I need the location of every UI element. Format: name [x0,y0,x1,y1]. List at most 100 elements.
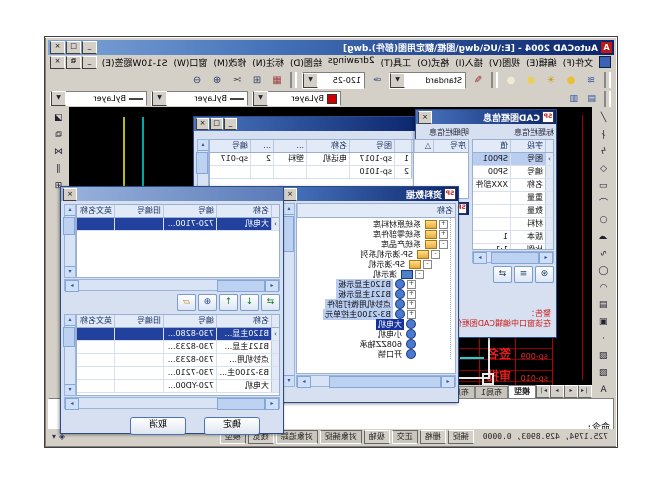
tree-item[interactable]: +B120主显示板 [297,279,448,289]
revision-cloud-icon[interactable]: ☁ [594,228,613,245]
lightbulb-off-icon[interactable]: ● [501,71,521,90]
toolbar-grip[interactable] [604,72,611,88]
table-cell[interactable]: B3-2100主... [216,367,271,379]
sort-icon[interactable]: △ [414,140,433,152]
tab-nav-icon[interactable]: ❘◂ [578,385,592,398]
tree-hscrollbar[interactable]: ◂▸ [296,375,456,387]
column-header[interactable]: 编号 [209,140,250,152]
table-cell[interactable] [306,166,349,178]
column-header[interactable]: 编号 [163,205,216,217]
tab-nav-icon[interactable]: ◂ [564,385,578,398]
collapse-icon[interactable]: - [439,240,448,249]
table-cell[interactable]: 2 [250,153,273,165]
maximize-button[interactable]: □ [66,41,81,54]
toolbar-grip[interactable] [604,91,611,107]
table-cell[interactable]: SP001 [472,153,510,165]
cut-icon[interactable]: ✂ [227,71,247,90]
hatch-icon[interactable]: ▨ [594,347,613,364]
table-cell[interactable]: 图号 [510,153,545,165]
table-cell[interactable]: 730-8280... [163,328,216,340]
line-icon[interactable]: ╱ [594,109,613,126]
expand-icon[interactable]: + [407,290,416,299]
layers-stack-icon[interactable]: ≋ [581,71,601,90]
tree-column-header[interactable]: 名称 [297,204,455,217]
table-cell[interactable]: 720-YD00... [163,380,216,392]
tab-nav-icon[interactable]: ▸❘ [536,385,550,398]
detail-col-header[interactable]: 序号 [433,140,468,152]
expand-icon[interactable]: + [407,310,416,319]
expand-icon[interactable]: + [439,220,448,229]
table-cell[interactable]: 730-7210... [163,367,216,379]
column-header[interactable]: 图号 [349,140,394,152]
column-header[interactable]: 名称 [216,315,271,327]
columns-icon[interactable]: ≡ [514,266,533,283]
table-cell[interactable] [209,166,250,178]
tree-item[interactable]: 小电机 [297,329,448,339]
blocks-icon[interactable]: ⊞ [247,71,267,90]
add-field-icon[interactable]: ⊛ [535,266,554,283]
table-row[interactable]: ›大电机720-7100... [77,218,279,231]
arc-icon[interactable]: ⌒ [594,194,613,211]
tree-item[interactable]: +B121主显示板 [297,289,448,299]
select-dialog-titlebar[interactable]: × [61,187,283,201]
table-row[interactable]: 点钞机用...730-8233... [77,354,279,367]
dim-style-icon[interactable]: ✑ [367,71,387,90]
table-cell[interactable] [114,380,163,392]
table-cell[interactable]: 点钞机用... [216,354,271,366]
chevron-down-icon[interactable]: ▼ [303,73,318,88]
chevron-down-icon[interactable]: ▼ [51,91,66,106]
table-cell[interactable] [114,367,163,379]
table-cell[interactable]: 720-7100... [163,218,216,230]
expand-icon[interactable]: + [407,300,416,309]
menu-item[interactable]: 窗口(W) [171,56,211,69]
table-cell[interactable]: SP00 [472,166,510,178]
close-button[interactable]: × [50,41,65,54]
column-header[interactable]: 名称 [216,205,271,217]
close-icon[interactable]: × [283,188,297,201]
table-cell[interactable] [76,341,114,353]
close-button[interactable]: × [196,118,209,130]
table-cell[interactable]: 大电机 [216,218,271,230]
table-cell[interactable]: sp-017 [209,153,250,165]
tree-item[interactable]: +B3-2100主控单元 [297,309,448,319]
zoom-out-icon[interactable]: ⊖ [187,71,207,90]
frame-grid-hscrollbar[interactable]: ◂▸ [472,251,554,263]
status-toggle-极轴[interactable]: 极轴 [364,430,390,444]
spline-icon[interactable]: ∿ [594,245,613,262]
insert-block-icon[interactable]: ▤ [594,296,613,313]
expand-icon[interactable]: + [439,230,448,239]
tree-item[interactable]: 大电机 [297,319,448,329]
table-row[interactable]: 编号SP00 [473,166,553,179]
circle-icon[interactable]: ○ [594,211,613,228]
table-row[interactable]: 名称XXX部件 [473,179,553,192]
column-header[interactable]: 英文名称 [76,205,114,217]
status-toggle-捕捉[interactable]: 捕捉 [448,430,474,444]
layer-manager-icon[interactable]: ▤ [583,91,601,106]
zoom-in-icon[interactable]: ⊕ [207,71,227,90]
ellipse-icon[interactable]: ◯ [594,262,613,279]
mtext-icon[interactable]: A [594,381,613,398]
chevron-down-icon[interactable]: ▼ [152,91,167,106]
close-icon[interactable]: × [418,111,432,124]
tab-模型[interactable]: 模型 [508,385,536,398]
expand-icon[interactable]: + [407,280,416,289]
swap-icon[interactable]: ⇄ [261,294,280,311]
close-icon[interactable]: × [63,188,77,201]
lineweight-combo[interactable]: ByLayer ▼ [50,91,147,106]
table-cell[interactable]: 数量 [510,205,545,217]
select-bottom-grid[interactable]: 名称编号旧编号英文名称›B120主显...730-8280...B121主显..… [76,314,280,396]
table-cell[interactable]: 塑料 [273,153,306,165]
frame-fields-grid[interactable]: 字段值›图号SP001编号SP00名称XXX部件重量数量材料版本1比例1:1 [472,139,554,250]
table-cell[interactable]: 1:1 [472,244,510,250]
rectangle-icon[interactable]: ▭ [594,177,613,194]
construction-line-icon[interactable]: ∤ [594,126,613,143]
table-row[interactable]: ›图号SP001 [473,153,553,166]
polyline-icon[interactable]: ϟ [594,143,613,160]
menu-item[interactable]: 工具(T) [378,56,415,69]
color-combo[interactable]: ByLayer ▼ [252,91,341,106]
table-row[interactable]: 1sp-1017电话机塑料2sp-017 [210,153,419,166]
make-block-icon[interactable]: ▣ [594,313,613,330]
freeze-circle-icon[interactable]: ● [521,71,541,90]
top-grid-vscrollbar[interactable]: ▴ ▾ [64,204,76,278]
menu-item[interactable]: 插入(I) [452,56,486,69]
